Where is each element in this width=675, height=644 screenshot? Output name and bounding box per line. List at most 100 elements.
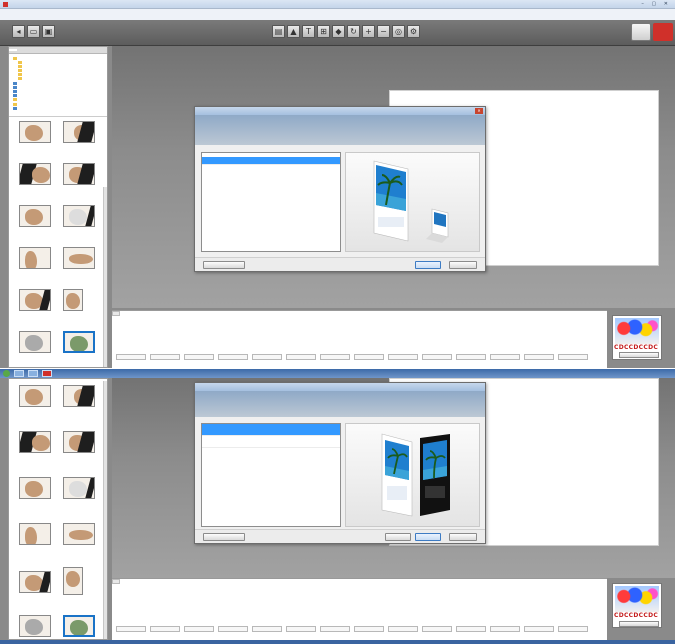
taskbar-app-icon[interactable] [28, 370, 38, 377]
cancel-button[interactable] [449, 261, 477, 269]
back-button[interactable] [385, 533, 411, 541]
calendar-preview-illustration [381, 433, 450, 517]
photo-thumbnail[interactable] [63, 163, 95, 185]
film-page[interactable] [150, 626, 180, 632]
photo-thumbnail[interactable] [19, 289, 51, 311]
photo-thumbnail[interactable] [63, 121, 95, 143]
taskbar-app-icon[interactable] [42, 370, 52, 377]
film-page[interactable] [558, 626, 588, 632]
photo-thumbnail[interactable] [19, 571, 51, 593]
os-taskbar-bottom [0, 640, 675, 644]
tab-albums[interactable] [17, 49, 25, 51]
film-page[interactable] [524, 626, 554, 632]
sidebar-scrollbar[interactable] [103, 381, 107, 639]
film-page[interactable] [524, 354, 554, 360]
layout-icon[interactable]: ⊞ [317, 25, 330, 38]
film-page[interactable] [252, 626, 282, 632]
cancel-button[interactable] [449, 533, 477, 541]
text-icon[interactable]: T [302, 25, 315, 38]
photo-thumbnail[interactable] [19, 477, 51, 499]
film-page[interactable] [388, 354, 418, 360]
photo-thumbnail[interactable] [63, 567, 83, 595]
sidebar-tabs[interactable] [9, 47, 107, 54]
taskbar-app-icon[interactable] [14, 370, 24, 377]
help-icon[interactable] [631, 23, 651, 41]
next-button[interactable] [415, 261, 441, 269]
settings-icon[interactable]: ⚙ [407, 25, 420, 38]
page-icon[interactable]: ▤ [272, 25, 285, 38]
photo-thumbnail-selected[interactable] [63, 331, 95, 353]
photo-thumbnail[interactable] [63, 247, 95, 269]
film-page[interactable] [320, 626, 350, 632]
photo-thumbnail[interactable] [63, 431, 95, 453]
photo-thumbnail[interactable] [19, 385, 51, 407]
zoom-in-icon[interactable]: + [362, 25, 375, 38]
details-button[interactable] [203, 261, 245, 269]
film-page[interactable] [252, 354, 282, 360]
photo-thumbnail[interactable] [19, 247, 51, 269]
film-page[interactable] [354, 626, 384, 632]
photo-thumbnail[interactable] [19, 331, 51, 353]
photo-thumbnail[interactable] [63, 205, 95, 227]
folder-icon[interactable]: ▭ [27, 25, 40, 38]
photo-thumbnail[interactable] [19, 615, 51, 637]
film-page[interactable] [218, 626, 248, 632]
product-list[interactable] [201, 152, 341, 252]
order-button[interactable] [619, 621, 659, 627]
filmstrip-tab[interactable] [112, 579, 120, 584]
photo-thumbnail[interactable] [19, 121, 51, 143]
photo-thumbnail[interactable] [63, 289, 83, 311]
image-icon[interactable]: ▲ [287, 25, 300, 38]
back-button[interactable] [391, 261, 407, 269]
film-page[interactable] [422, 626, 452, 632]
photo-thumbnail[interactable] [63, 477, 95, 499]
film-page[interactable] [456, 626, 486, 632]
film-page[interactable] [320, 354, 350, 360]
photo-thumbnail[interactable] [63, 523, 95, 545]
list-item-selected[interactable] [202, 157, 340, 165]
details-button[interactable] [203, 533, 245, 541]
back-icon[interactable]: ◂ [12, 25, 25, 38]
close-icon[interactable]: ✕ [475, 108, 483, 114]
film-page[interactable] [150, 354, 180, 360]
photo-thumbnail[interactable] [19, 431, 51, 453]
zoom-out-icon[interactable]: − [377, 25, 390, 38]
sidebar-scrollbar[interactable] [103, 187, 107, 367]
film-page[interactable] [184, 626, 214, 632]
filmstrip-tab[interactable] [112, 311, 120, 316]
window-controls[interactable]: – ▢ ✕ [641, 1, 671, 7]
photo-thumbnail[interactable] [19, 523, 51, 545]
film-page[interactable] [116, 354, 146, 360]
photo-thumbnail[interactable] [19, 205, 51, 227]
order-button[interactable] [619, 352, 659, 358]
preview-icon[interactable]: ◎ [392, 25, 405, 38]
tab-folders[interactable] [9, 49, 17, 51]
film-page[interactable] [422, 354, 452, 360]
photo-icon[interactable]: ▣ [42, 25, 55, 38]
folder-tree[interactable] [9, 54, 107, 117]
brand-logo-icon[interactable] [653, 23, 673, 41]
rotate-icon[interactable]: ↻ [347, 25, 360, 38]
list-item-selected[interactable] [202, 424, 340, 436]
film-page[interactable] [456, 354, 486, 360]
film-page[interactable] [286, 354, 316, 360]
folder-icon [18, 77, 22, 81]
film-page[interactable] [116, 626, 146, 632]
film-page[interactable] [286, 626, 316, 632]
film-page[interactable] [388, 626, 418, 632]
variant-list[interactable] [201, 423, 341, 527]
next-button[interactable] [415, 533, 441, 541]
film-page[interactable] [184, 354, 214, 360]
photo-thumbnail-selected[interactable] [63, 615, 95, 637]
start-orb-icon[interactable] [3, 370, 10, 377]
photo-thumbnail[interactable] [63, 385, 95, 407]
photo-thumbnail[interactable] [19, 163, 51, 185]
film-page[interactable] [490, 626, 520, 632]
film-page[interactable] [490, 354, 520, 360]
film-page[interactable] [354, 354, 384, 360]
list-item[interactable] [202, 436, 340, 448]
tree-item[interactable] [13, 106, 103, 110]
film-page[interactable] [558, 354, 588, 360]
fill-icon[interactable]: ◆ [332, 25, 345, 38]
film-page[interactable] [218, 354, 248, 360]
